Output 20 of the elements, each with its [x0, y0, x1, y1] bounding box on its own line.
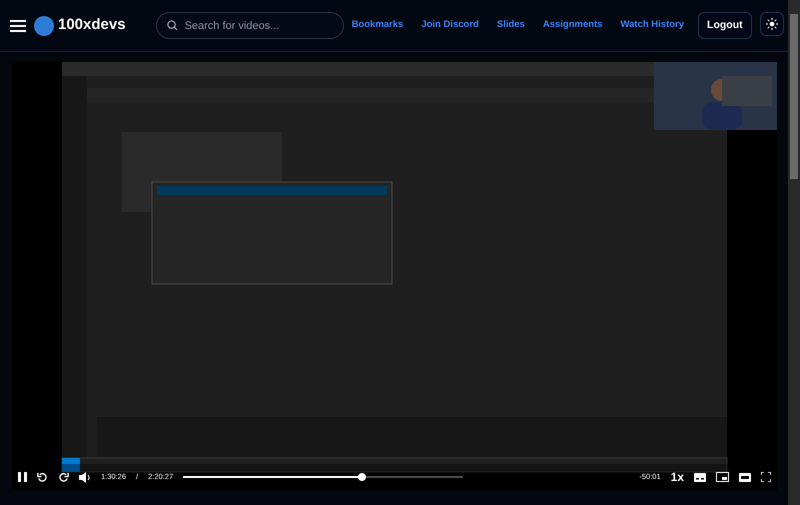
- scrollbar[interactable]: [788, 0, 800, 505]
- menu-icon[interactable]: [10, 20, 26, 32]
- forward-button[interactable]: [58, 472, 69, 482]
- theme-toggle-button[interactable]: [760, 12, 784, 36]
- picture-in-picture-button[interactable]: [716, 472, 729, 482]
- nav-link[interactable]: Assignments: [542, 18, 603, 33]
- nav-link[interactable]: Watch History: [620, 18, 684, 33]
- sun-icon: [766, 18, 778, 30]
- logout-button[interactable]: Logout: [698, 12, 752, 40]
- speed-button[interactable]: 1x: [670, 468, 684, 486]
- nav-link[interactable]: Slides: [496, 18, 525, 33]
- fullscreen-button[interactable]: [761, 472, 771, 482]
- nav-link[interactable]: Bookmarks: [352, 18, 404, 33]
- search-field[interactable]: Search for videos...: [156, 12, 344, 39]
- nav-link[interactable]: Join Discord: [421, 18, 479, 33]
- pause-button[interactable]: [18, 472, 27, 482]
- rewind-button[interactable]: [37, 472, 48, 482]
- logo-text[interactable]: 100xdevs: [58, 14, 126, 37]
- avatar-icon: [34, 16, 54, 36]
- volume-button[interactable]: [79, 472, 91, 482]
